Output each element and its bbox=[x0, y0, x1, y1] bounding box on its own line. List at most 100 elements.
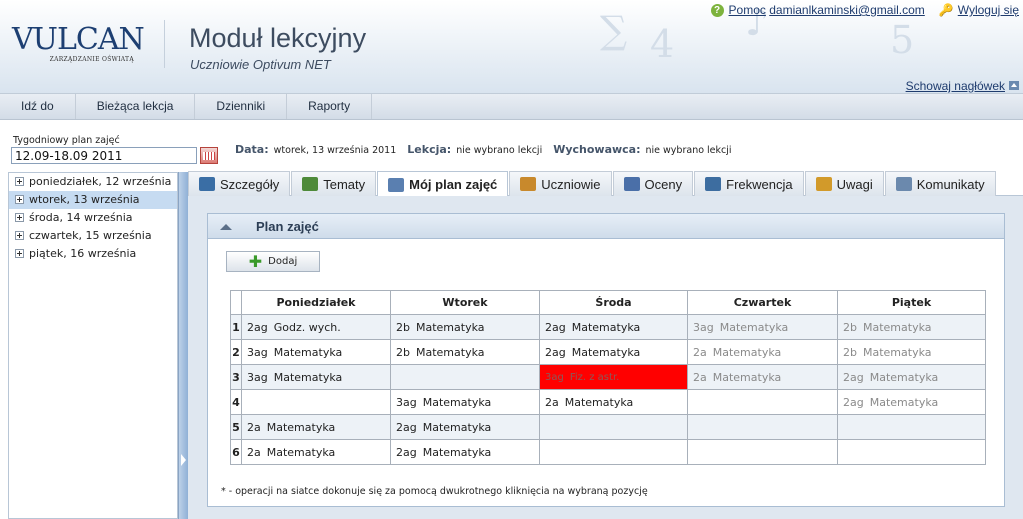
date-value: wtorek, 13 września 2011 bbox=[273, 145, 397, 156]
schedule-cell[interactable]: 2a Matematyka bbox=[241, 439, 391, 465]
schedule-cell[interactable] bbox=[539, 439, 688, 465]
tutor-value: nie wybrano lekcji bbox=[645, 145, 732, 156]
lesson-info: Data: wtorek, 13 września 2011 Lekcja: n… bbox=[235, 143, 738, 156]
table-row: 6 2a Matematyka 2ag Matematyka bbox=[230, 439, 986, 465]
expand-icon[interactable] bbox=[15, 213, 24, 222]
menu-item-idz-do[interactable]: Idź do bbox=[0, 94, 76, 119]
expand-icon[interactable] bbox=[15, 195, 24, 204]
day-item-tuesday[interactable]: wtorek, 13 września bbox=[9, 191, 177, 209]
schedule-cell[interactable]: 2a Matematyka bbox=[687, 364, 838, 390]
tab-grades[interactable]: Oceny bbox=[612, 171, 694, 196]
user-email-link[interactable]: damianlkaminski@gmail.com bbox=[769, 3, 925, 17]
schedule-cell[interactable]: 2b Matematyka bbox=[837, 339, 986, 365]
schedule-cell[interactable] bbox=[241, 389, 391, 415]
collapse-header-icon[interactable] bbox=[1009, 81, 1019, 90]
schedule-cell[interactable]: 2a Matematyka bbox=[687, 339, 838, 365]
tab-label: Szczegóły bbox=[220, 176, 280, 192]
megaphone-icon bbox=[895, 177, 912, 191]
tab-label: Uczniowie bbox=[541, 176, 601, 192]
lesson-number: 5 bbox=[230, 414, 242, 440]
schedule-cell[interactable] bbox=[390, 364, 540, 390]
tab-megaphone[interactable]: Komunikaty bbox=[884, 171, 996, 196]
expand-icon[interactable] bbox=[15, 231, 24, 240]
column-header: Piątek bbox=[837, 290, 986, 315]
key-icon[interactable]: 🔑 bbox=[939, 3, 954, 17]
schedule-cell[interactable]: 2ag Matematyka bbox=[390, 414, 540, 440]
schedule-cell[interactable]: 2ag Matematyka bbox=[837, 389, 986, 415]
schedule-cell[interactable]: 2ag Matematyka bbox=[390, 439, 540, 465]
schedule-cell[interactable]: 3ag Matematyka bbox=[390, 389, 540, 415]
schedule-cell[interactable]: 3ag Matematyka bbox=[241, 364, 391, 390]
schedule-cell[interactable] bbox=[687, 414, 838, 440]
cell-class: 2ag bbox=[843, 370, 864, 384]
logo-divider bbox=[164, 20, 165, 68]
cell-class: 2ag bbox=[396, 445, 417, 459]
lesson-value: nie wybrano lekcji bbox=[456, 145, 543, 156]
schedule-cell[interactable]: 2b Matematyka bbox=[390, 339, 540, 365]
cell-subject: Fiz. z astr. bbox=[569, 371, 620, 383]
schedule-cell[interactable]: 3ag Fiz. z astr. bbox=[539, 364, 688, 390]
menu-item-biezaca-lekcja[interactable]: Bieżąca lekcja bbox=[76, 94, 196, 119]
day-item-thursday[interactable]: czwartek, 15 września bbox=[9, 227, 177, 245]
tab-magnifier[interactable]: Szczegóły bbox=[188, 171, 291, 196]
cell-class: 2ag bbox=[545, 320, 566, 334]
column-header: Czwartek bbox=[687, 290, 838, 315]
schedule-cell[interactable]: 2ag Godz. wych. bbox=[241, 314, 391, 340]
menu-item-raporty[interactable]: Raporty bbox=[287, 94, 373, 119]
tab-grid[interactable]: Mój plan zajęć bbox=[377, 171, 509, 197]
cell-class: 2b bbox=[843, 345, 857, 359]
day-item-friday[interactable]: piątek, 16 września bbox=[9, 245, 177, 263]
plus-icon: ✚ bbox=[248, 251, 263, 271]
schedule-cell[interactable] bbox=[687, 389, 838, 415]
cell-subject: Matematyka bbox=[869, 370, 939, 384]
schedule-cell[interactable]: 2a Matematyka bbox=[539, 389, 688, 415]
cell-subject: Matematyka bbox=[415, 345, 485, 359]
add-button[interactable]: ✚ Dodaj bbox=[226, 251, 320, 272]
schedule-cell[interactable]: 2ag Matematyka bbox=[539, 339, 688, 365]
decorative-glyph: 4 bbox=[650, 22, 675, 66]
expand-icon[interactable] bbox=[15, 249, 24, 258]
schedule-cell[interactable] bbox=[539, 414, 688, 440]
footnote: * - operacji na siatce dokonuje się za p… bbox=[221, 486, 648, 497]
tab-notes[interactable]: Uwagi bbox=[804, 171, 884, 196]
calendar-icon[interactable] bbox=[200, 147, 218, 164]
schedule-cell[interactable]: 3ag Matematyka bbox=[687, 314, 838, 340]
tab-students[interactable]: Uczniowie bbox=[509, 171, 612, 196]
students-icon bbox=[520, 177, 537, 191]
menu-item-dzienniki[interactable]: Dzienniki bbox=[195, 94, 288, 119]
tab-board[interactable]: Tematy bbox=[291, 171, 377, 196]
tab-attendance[interactable]: Frekwencja bbox=[694, 171, 804, 196]
expand-icon[interactable] bbox=[15, 177, 24, 186]
day-item-wednesday[interactable]: środa, 14 września bbox=[9, 209, 177, 227]
schedule-title: Plan zajęć bbox=[256, 219, 319, 234]
cell-class: 3ag bbox=[545, 371, 564, 383]
cell-class: 2a bbox=[247, 445, 261, 459]
day-item-monday[interactable]: poniedziałek, 12 września bbox=[9, 173, 177, 191]
tab-label: Komunikaty bbox=[916, 176, 985, 192]
schedule-cell[interactable] bbox=[837, 414, 986, 440]
lesson-number: 2 bbox=[230, 339, 242, 365]
cell-subject: Matematyka bbox=[869, 395, 939, 409]
schedule-cell[interactable]: 2b Matematyka bbox=[390, 314, 540, 340]
cell-subject: Matematyka bbox=[712, 345, 782, 359]
table-corner bbox=[230, 290, 242, 315]
schedule-cell[interactable]: 2ag Matematyka bbox=[837, 364, 986, 390]
lesson-number: 1 bbox=[230, 314, 242, 340]
cell-class: 2b bbox=[396, 320, 410, 334]
hide-header-link[interactable]: Schowaj nagłówek bbox=[906, 79, 1005, 93]
help-link[interactable]: Pomoc bbox=[729, 3, 766, 17]
cell-class: 2b bbox=[843, 320, 857, 334]
help-icon[interactable]: ? bbox=[710, 3, 724, 17]
panel-splitter[interactable] bbox=[178, 172, 188, 519]
cell-subject: Matematyka bbox=[571, 320, 641, 334]
schedule-cell[interactable]: 2b Matematyka bbox=[837, 314, 986, 340]
schedule-cell[interactable] bbox=[687, 439, 838, 465]
week-input[interactable] bbox=[11, 147, 197, 164]
schedule-cell[interactable]: 2a Matematyka bbox=[241, 414, 391, 440]
schedule-cell[interactable] bbox=[837, 439, 986, 465]
schedule-cell[interactable]: 2ag Matematyka bbox=[539, 314, 688, 340]
collapse-icon[interactable] bbox=[220, 224, 232, 230]
schedule-cell[interactable]: 3ag Matematyka bbox=[241, 339, 391, 365]
cell-class: 2a bbox=[693, 345, 707, 359]
logout-link[interactable]: Wyloguj się bbox=[958, 3, 1019, 17]
